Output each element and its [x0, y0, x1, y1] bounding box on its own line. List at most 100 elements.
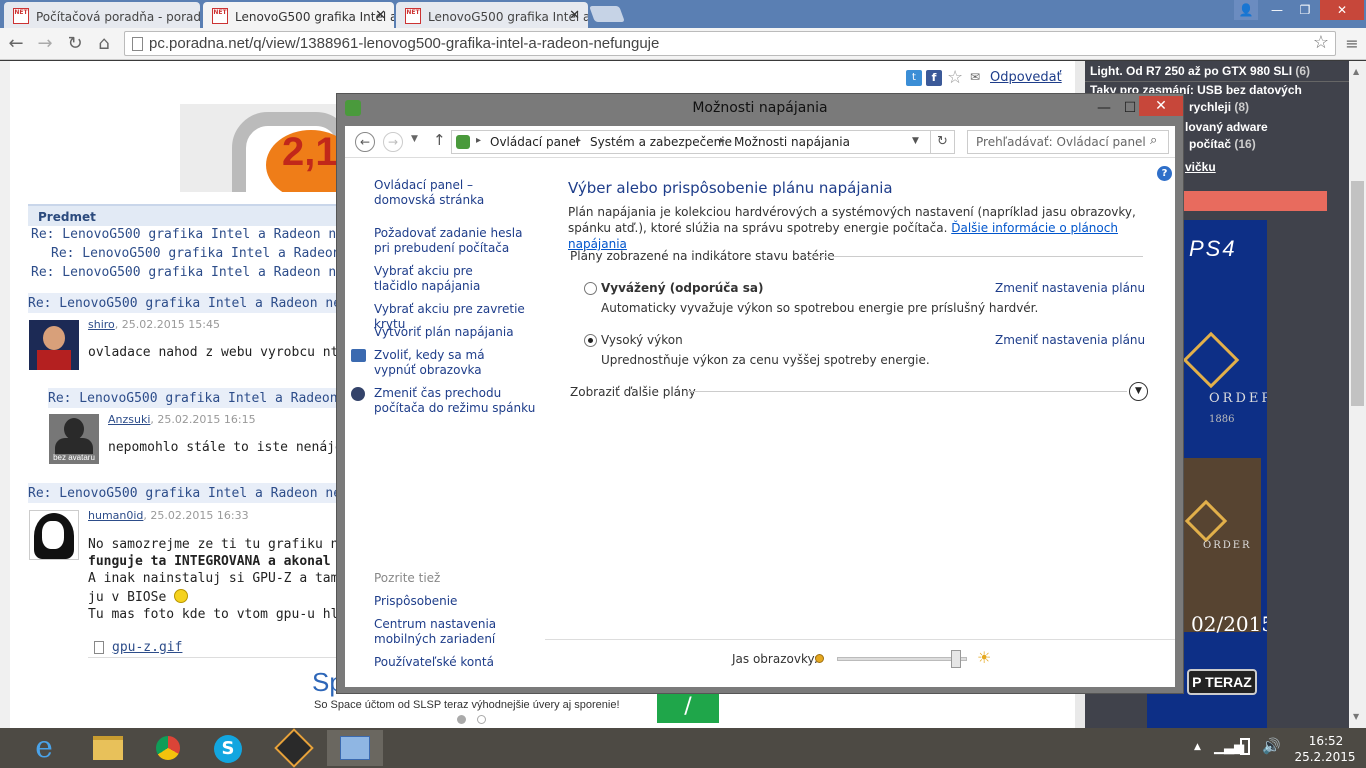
- turn-off-display-link[interactable]: Zvoliť, kedy sa má vypnúť obrazovka: [374, 348, 524, 378]
- scrollbar-thumb[interactable]: [1351, 181, 1364, 406]
- change-plan-settings-link[interactable]: Zmeniť nastavenia plánu: [995, 333, 1145, 348]
- plan-name[interactable]: Vyvážený (odporúča sa): [601, 280, 763, 296]
- chevron-down-icon[interactable]: ▼: [912, 136, 919, 146]
- twitter-icon[interactable]: t: [906, 70, 922, 86]
- close-window-icon[interactable]: ✕: [1320, 0, 1364, 20]
- close-tab-icon[interactable]: ✕: [569, 8, 580, 23]
- ad-banner[interactable]: 2,1: [180, 104, 338, 192]
- show-more-plans-label[interactable]: Zobraziť ďalšie plány: [570, 384, 696, 400]
- thread-link[interactable]: Re: LenovoG500 grafika Intel a Radeon ne…: [31, 265, 368, 280]
- address-bar[interactable]: pc.poradna.net/q/view/1388961-lenovog500…: [124, 31, 1336, 56]
- carousel-dot[interactable]: [457, 715, 466, 724]
- page-left-margin: [0, 61, 10, 728]
- recent-pages-icon[interactable]: ▼: [411, 134, 418, 144]
- window-titlebar[interactable]: Možnosti napájania — ☐ ✕: [337, 94, 1183, 122]
- reply-link[interactable]: Odpovedať: [990, 70, 1062, 85]
- new-tab-button[interactable]: [589, 6, 625, 22]
- up-icon[interactable]: ↑: [433, 131, 446, 149]
- require-password-link[interactable]: Požadovať zadanie hesla pri prebudení po…: [374, 226, 534, 256]
- restore-icon[interactable]: ❐: [1292, 0, 1318, 20]
- show-hidden-icons-icon[interactable]: ▲: [1194, 742, 1201, 752]
- user-link[interactable]: human0id: [88, 509, 143, 522]
- chrome-icon[interactable]: [140, 730, 196, 766]
- post-title-link[interactable]: Re: LenovoG500 grafika Intel a Radeon ne…: [48, 391, 385, 406]
- control-panel-taskbar-icon[interactable]: [327, 730, 383, 766]
- search-icon[interactable]: ⌕: [1150, 133, 1157, 148]
- order-year: 1886: [1209, 414, 1235, 425]
- promo-button[interactable]: P TERAZ: [1187, 669, 1257, 695]
- skype-icon[interactable]: S: [200, 730, 256, 766]
- sidebar-link[interactable]: počítač (16): [1189, 137, 1256, 151]
- control-panel-home-link[interactable]: Ovládací panel – domovská stránka: [374, 178, 534, 208]
- attachment-link[interactable]: gpu-z.gif: [112, 640, 182, 655]
- power-button-action-link[interactable]: Vybrať akciu pre tlačidlo napájania: [374, 264, 514, 294]
- minimize-icon[interactable]: —: [1091, 94, 1117, 122]
- brightness-slider-thumb[interactable]: [951, 650, 961, 668]
- order-title: ORDER: [1209, 391, 1267, 406]
- battery-icon[interactable]: [1240, 738, 1250, 755]
- internet-explorer-icon[interactable]: e: [16, 730, 72, 766]
- create-power-plan-link[interactable]: Vytvoriť plán napájania: [374, 325, 544, 340]
- ad-text[interactable]: So Space účtom od SLSP teraz výhodnejšie…: [314, 699, 620, 711]
- thread-link[interactable]: Re: LenovoG500 grafika Intel a Radeon ne…: [31, 227, 368, 242]
- personalization-link[interactable]: Prispôsobenie: [374, 594, 457, 609]
- clock-time[interactable]: 16:52: [1300, 734, 1352, 748]
- email-icon[interactable]: ✉: [970, 70, 980, 84]
- breadcrumb-item[interactable]: Systém a zabezpečenie: [590, 135, 732, 149]
- scroll-down-icon[interactable]: ▼: [1353, 712, 1359, 721]
- thread-link[interactable]: Re: LenovoG500 grafika Intel a Radeon ne: [51, 246, 364, 261]
- post-title-link[interactable]: Re: LenovoG500 grafika Intel a Radeon ne…: [28, 486, 388, 501]
- app-pen-icon[interactable]: [266, 728, 322, 768]
- ad-green-button[interactable]: /: [657, 691, 719, 723]
- facebook-icon[interactable]: f: [926, 70, 942, 86]
- sidebar-link[interactable]: Light. Od R7 250 až po GTX 980 SLI (6): [1090, 64, 1310, 78]
- brightness-slider-track[interactable]: [837, 657, 967, 661]
- forward-icon[interactable]: →: [33, 32, 57, 56]
- user-link[interactable]: shiro: [88, 318, 115, 331]
- sidebar-link[interactable]: vičku: [1185, 160, 1216, 174]
- divider: [687, 391, 1127, 392]
- file-explorer-icon[interactable]: [80, 730, 136, 766]
- minimize-icon[interactable]: —: [1264, 0, 1290, 20]
- breadcrumb-item[interactable]: Možnosti napájania: [734, 135, 850, 149]
- plan-description: Automaticky vyvažuje výkon so spotrebou …: [601, 301, 1039, 315]
- tab-2-active[interactable]: NET LenovoG500 grafika Intel a ✕: [203, 2, 394, 28]
- back-icon[interactable]: ←: [4, 32, 28, 56]
- expand-chevron-icon[interactable]: ▼: [1129, 382, 1148, 401]
- help-icon[interactable]: ?: [1157, 166, 1172, 181]
- post-title-link[interactable]: Re: LenovoG500 grafika Intel a Radeon ne…: [28, 296, 388, 311]
- home-icon[interactable]: ⌂: [92, 32, 116, 56]
- tab-3[interactable]: NET LenovoG500 grafika Intel a ✕: [396, 2, 588, 28]
- explorer-address-row: ← → ▼ ↑ ▸ Ovládací panel ▸ Systém a zabe…: [345, 126, 1175, 158]
- back-icon[interactable]: ←: [355, 132, 375, 152]
- user-link[interactable]: Anzsuki: [108, 413, 150, 426]
- clock-date[interactable]: 25.2.2015: [1292, 750, 1358, 764]
- refresh-icon[interactable]: ↻: [930, 131, 954, 153]
- reload-icon[interactable]: ↻: [63, 32, 87, 56]
- search-box[interactable]: Prehľadávať: Ovládací panel ⌕: [967, 130, 1169, 154]
- sidebar-link[interactable]: lovaný adware: [1185, 120, 1268, 134]
- forward-icon[interactable]: →: [383, 132, 403, 152]
- scroll-up-icon[interactable]: ▲: [1353, 67, 1359, 76]
- close-tab-icon[interactable]: ✕: [375, 8, 386, 23]
- tab-1[interactable]: NET Počítačová poradňa - porad: [4, 2, 200, 28]
- high-performance-plan-radio[interactable]: [584, 334, 597, 347]
- bookmark-star-icon[interactable]: ☆: [1313, 32, 1329, 53]
- breadcrumb-item[interactable]: Ovládací panel: [490, 135, 579, 149]
- close-window-icon[interactable]: ✕: [1139, 96, 1183, 116]
- sidebar-link[interactable]: rychleji (8): [1189, 100, 1249, 114]
- user-profile-icon[interactable]: 👤: [1234, 0, 1258, 20]
- balanced-plan-radio[interactable]: [584, 282, 597, 295]
- avatar: [29, 320, 79, 370]
- sleep-time-link[interactable]: Zmeniť čas prechodu počítača do režimu s…: [374, 386, 544, 416]
- volume-icon[interactable]: 🔊: [1262, 737, 1281, 755]
- mobility-center-link[interactable]: Centrum nastavenia mobilných zariadení: [374, 617, 514, 647]
- breadcrumb[interactable]: ▸ Ovládací panel ▸ Systém a zabezpečenie…: [451, 130, 955, 154]
- browser-tab-strip: NET Počítačová poradňa - porad NET Lenov…: [0, 0, 1366, 28]
- carousel-dot[interactable]: [477, 715, 486, 724]
- change-plan-settings-link[interactable]: Zmeniť nastavenia plánu: [995, 281, 1145, 296]
- plan-name[interactable]: Vysoký výkon: [601, 332, 683, 348]
- user-accounts-link[interactable]: Používateľské kontá: [374, 655, 494, 670]
- favorite-star-icon[interactable]: ☆: [947, 67, 963, 88]
- menu-icon[interactable]: ≡: [1340, 32, 1364, 56]
